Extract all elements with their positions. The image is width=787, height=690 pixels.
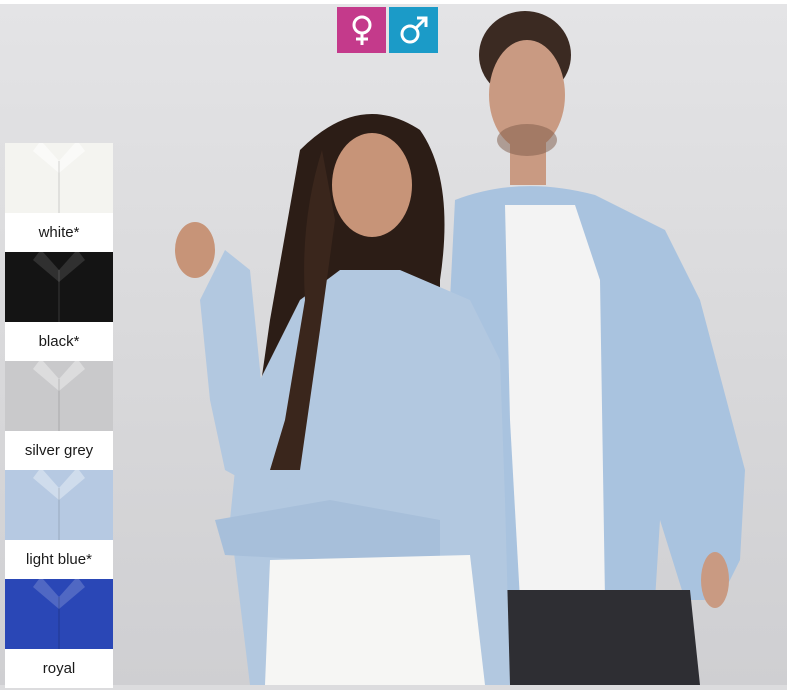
female-symbol-icon bbox=[352, 15, 371, 45]
male-filter-button[interactable] bbox=[389, 7, 438, 53]
swatch-label: silver grey bbox=[24, 442, 94, 459]
swatch-image bbox=[5, 470, 113, 540]
top-strip bbox=[0, 0, 787, 4]
models-illustration bbox=[175, 11, 745, 685]
swatch-white[interactable]: white* bbox=[5, 143, 113, 252]
female-filter-button[interactable] bbox=[337, 7, 386, 53]
swatch-royal[interactable]: royal bbox=[5, 579, 113, 688]
swatch-label: light blue* bbox=[26, 551, 92, 568]
swatch-label: black* bbox=[38, 333, 80, 350]
color-swatch-list: white* black* silver grey light blue* ro… bbox=[5, 143, 113, 688]
swatch-image bbox=[5, 252, 113, 322]
product-photo bbox=[0, 0, 787, 685]
swatch-label: royal bbox=[42, 660, 76, 677]
swatch-image bbox=[5, 361, 113, 431]
swatch-black[interactable]: black* bbox=[5, 252, 113, 361]
swatch-silver-grey[interactable]: silver grey bbox=[5, 361, 113, 470]
male-symbol-icon bbox=[400, 16, 427, 44]
swatch-image bbox=[5, 143, 113, 213]
swatch-label: white* bbox=[38, 224, 80, 241]
swatch-light-blue[interactable]: light blue* bbox=[5, 470, 113, 579]
swatch-image bbox=[5, 579, 113, 649]
